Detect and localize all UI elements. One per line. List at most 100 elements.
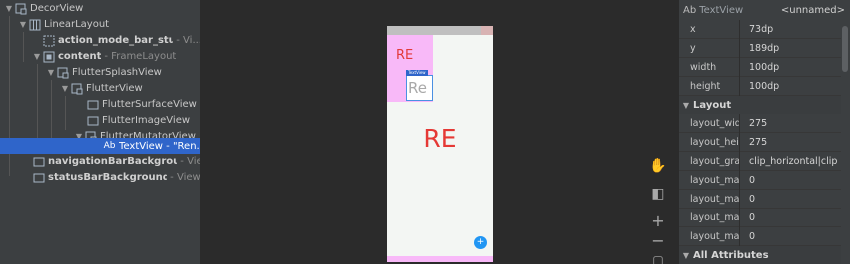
frame-layout-icon	[43, 51, 55, 63]
attr-key: layout_ma...	[690, 230, 739, 242]
attr-row-width[interactable]: width 100dp	[679, 57, 841, 77]
attr-key: layout_gra...	[690, 155, 739, 167]
tree-item-navigationbarbackground[interactable]: navigationBarBackground - Vie	[0, 153, 200, 170]
tree-item-flutterview[interactable]: ▼ FlutterView	[0, 80, 200, 97]
layers-icon[interactable]: ◧	[647, 184, 669, 204]
section-all-attributes[interactable]: ▼ All Attributes	[679, 246, 841, 264]
attr-value[interactable]: 0	[749, 175, 755, 186]
status-bar-background[interactable]	[387, 26, 493, 35]
attr-key: x	[690, 23, 696, 35]
zoom-in-icon[interactable]: +	[647, 210, 669, 230]
linear-layout-icon	[29, 19, 41, 31]
attr-value[interactable]: 0	[749, 194, 755, 205]
attr-row-layout-height[interactable]: layout_hei... 275	[679, 132, 841, 152]
navigation-bar-background[interactable]	[387, 256, 493, 262]
attr-value[interactable]: 73dp	[749, 24, 773, 35]
device-preview[interactable]: RE TextView Re RE +	[387, 26, 493, 262]
attr-value[interactable]: 189dp	[749, 43, 779, 54]
tree-item-linearlayout[interactable]: ▼ LinearLayout	[0, 16, 200, 33]
attr-row-layout-margin[interactable]: layout_ma... 0	[679, 189, 841, 209]
status-bar-corner	[481, 26, 493, 35]
zoom-out-icon[interactable]: −	[647, 230, 669, 250]
chevron-down-icon[interactable]: ▼	[679, 101, 693, 110]
attr-key: y	[690, 42, 696, 54]
chevron-down-icon[interactable]: ▼	[32, 52, 42, 62]
splash-text: RE	[396, 48, 414, 63]
attributes-scrollbar[interactable]	[841, 20, 849, 264]
tree-item-fluttersurfaceview[interactable]: FlutterSurfaceView	[0, 96, 200, 113]
attr-value[interactable]: 0	[749, 231, 755, 242]
tree-item-flutterimageview[interactable]: FlutterImageView	[0, 112, 200, 129]
tree-item-textview[interactable]: Ab TextView - "Ren...	[0, 138, 200, 154]
chevron-down-icon[interactable]: ▼	[46, 68, 56, 78]
tree-item-fluttersplashview[interactable]: ▼ FlutterSplashView	[0, 64, 200, 81]
attr-value[interactable]: clip_horizontal|clip	[749, 156, 837, 167]
tree-item-label: content	[58, 51, 102, 62]
view-icon	[33, 156, 45, 168]
attr-row-layout-width[interactable]: layout_width 275	[679, 113, 841, 133]
attr-key: layout_ma...	[690, 211, 739, 223]
tree-item-suffix: - Vie	[180, 156, 200, 167]
scrollbar-thumb[interactable]	[842, 26, 848, 72]
attr-row-layout-gravity[interactable]: layout_gra... clip_horizontal|clip	[679, 151, 841, 171]
tree-item-label: navigationBarBackground	[48, 156, 178, 167]
component-tree: ▼ DecorView ▼ LinearLayout action_mode_b…	[0, 0, 200, 264]
attr-row-height[interactable]: height 100dp	[679, 76, 841, 96]
attr-value[interactable]: 100dp	[749, 62, 779, 73]
section-layout[interactable]: ▼ Layout	[679, 96, 841, 114]
tree-item-statusbarbackground[interactable]: statusBarBackground - View	[0, 169, 200, 186]
tree-item-decorview[interactable]: ▼ DecorView	[0, 0, 200, 17]
view-icon	[87, 115, 99, 127]
stub-icon	[43, 35, 55, 47]
tree-item-label: DecorView	[30, 3, 84, 14]
attributes-header: Ab TextView <unnamed>	[679, 0, 850, 20]
selected-text-view-text: Re	[408, 79, 427, 97]
attr-key: width	[690, 61, 717, 73]
layout-icon	[71, 83, 83, 95]
attr-value[interactable]: 275	[749, 118, 767, 129]
attr-key: layout_ma...	[690, 174, 739, 186]
tree-item-label: FlutterImageView	[102, 115, 191, 126]
attr-row-layout-margin[interactable]: layout_ma... 0	[679, 226, 841, 246]
tree-item-suffix: - View	[170, 172, 200, 183]
layout-icon	[57, 67, 69, 79]
attributes-view-id[interactable]: <unnamed>	[781, 5, 845, 16]
layout-icon	[15, 3, 27, 15]
tree-item-suffix: - FrameLayout	[104, 51, 177, 62]
tree-item-label: FlutterSplashView	[72, 67, 162, 78]
text-view-icon: Ab	[683, 4, 697, 16]
selected-text-view[interactable]: TextView Re	[406, 70, 433, 101]
tree-item-label: LinearLayout	[44, 19, 110, 30]
attr-row-layout-margin[interactable]: layout_ma... 0	[679, 170, 841, 190]
fit-screen-icon[interactable]: ▢	[647, 250, 669, 264]
tree-item-label: FlutterView	[86, 83, 143, 94]
attr-row-x[interactable]: x 73dp	[679, 19, 841, 39]
attr-row-layout-margin[interactable]: layout_ma... 0	[679, 207, 841, 227]
attr-row-y[interactable]: y 189dp	[679, 38, 841, 58]
attr-key: layout_ma...	[690, 193, 739, 205]
large-red-text: RE	[423, 124, 457, 153]
section-title: All Attributes	[693, 249, 769, 261]
pan-hand-icon[interactable]: ✋	[647, 156, 669, 176]
attr-key: layout_width	[690, 117, 739, 129]
chevron-down-icon[interactable]: ▼	[679, 251, 693, 260]
tree-item-label: TextView - "Ren...	[119, 140, 200, 152]
design-canvas[interactable]: RE TextView Re RE + ✋ ◧ + − ▢	[200, 0, 678, 264]
attr-value[interactable]: 275	[749, 137, 767, 148]
floating-action-button[interactable]: +	[474, 236, 487, 249]
tree-item-action-mode-bar-stub[interactable]: action_mode_bar_stub - Vi...	[0, 32, 200, 49]
tree-item-label: statusBarBackground	[48, 172, 168, 183]
chevron-down-icon[interactable]: ▼	[18, 20, 28, 30]
attributes-panel: Ab TextView <unnamed> x 73dp y 189dp wid…	[678, 0, 850, 264]
tree-item-label: FlutterSurfaceView	[102, 99, 197, 110]
attributes-view-type: TextView	[699, 4, 744, 16]
chevron-down-icon[interactable]: ▼	[4, 4, 14, 14]
view-icon	[87, 99, 99, 111]
attr-key: layout_hei...	[690, 136, 739, 148]
attr-value[interactable]: 100dp	[749, 81, 779, 92]
text-view-icon: Ab	[103, 141, 116, 151]
attr-key: height	[690, 80, 721, 92]
attr-value[interactable]: 0	[749, 212, 755, 223]
tree-item-content[interactable]: ▼ content - FrameLayout	[0, 48, 200, 65]
chevron-down-icon[interactable]: ▼	[60, 84, 70, 94]
